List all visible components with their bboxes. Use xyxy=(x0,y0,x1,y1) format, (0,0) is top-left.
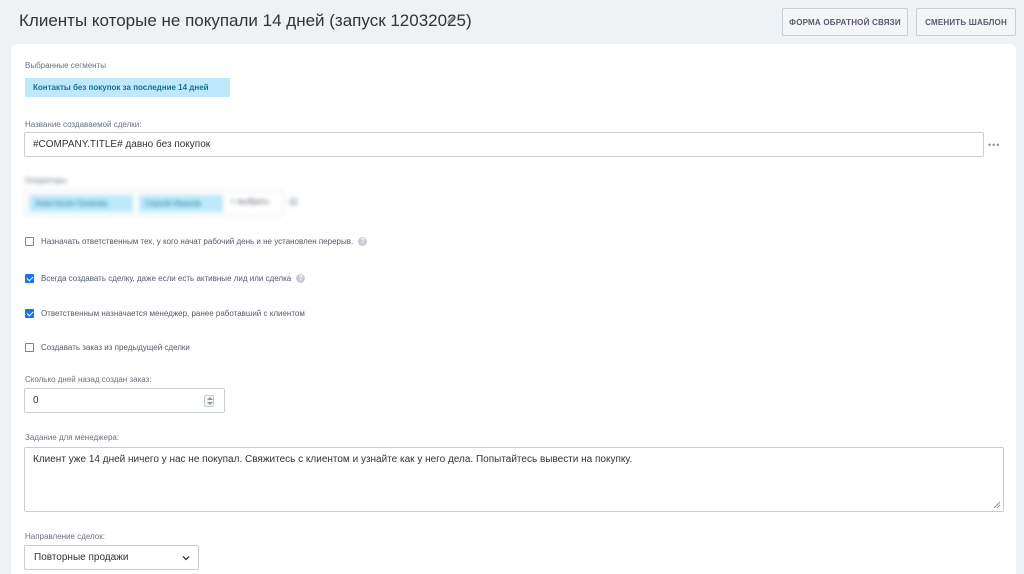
direction-select[interactable]: Повторные продажи xyxy=(24,545,199,570)
deal-name-input[interactable]: #COMPANY.TITLE# давно без покупок xyxy=(24,132,984,157)
checkbox[interactable] xyxy=(25,273,34,283)
ellipsis-icon[interactable]: ••• xyxy=(988,140,1000,150)
checkbox[interactable] xyxy=(25,308,34,318)
checkbox[interactable] xyxy=(25,236,34,246)
feedback-form-button[interactable]: ФОРМА ОБРАТНОЙ СВЯЗИ xyxy=(782,8,908,36)
option-row[interactable]: Создавать заказ из предыдущей сделки xyxy=(25,341,190,353)
option-label: Создавать заказ из предыдущей сделки xyxy=(41,342,190,352)
page-title: Клиенты которые не покупали 14 дней (зап… xyxy=(19,11,472,30)
chevron-down-icon xyxy=(182,556,190,561)
task-label: Задание для менеджера: xyxy=(25,433,120,442)
task-textarea[interactable]: Клиент уже 14 дней ничего у нас не покуп… xyxy=(24,447,1004,512)
add-employee-link[interactable]: + выбрать xyxy=(231,197,269,206)
change-template-button[interactable]: СМЕНИТЬ ШАБЛОН xyxy=(916,8,1016,36)
deal-name-label: Название создаваемой сделки: xyxy=(25,120,142,129)
option-label: Назначать ответственным тех, у кого нача… xyxy=(41,236,354,246)
help-icon[interactable]: ? xyxy=(358,236,368,246)
direction-value: Повторные продажи xyxy=(34,552,129,563)
days-value: 0 xyxy=(33,395,39,406)
employees-label: Операторы xyxy=(25,176,67,185)
help-icon[interactable]: ? xyxy=(296,273,306,283)
pencil-icon[interactable] xyxy=(446,15,456,25)
settings-card: Выбранные сегменты Контакты без покупок … xyxy=(11,44,1016,574)
employee-chip[interactable]: Сергей Иванов xyxy=(139,195,223,212)
segment-chip[interactable]: Контакты без покупок за последние 14 дне… xyxy=(25,78,230,97)
checkbox[interactable] xyxy=(25,342,34,352)
option-label: Ответственным назначается менеджер, ране… xyxy=(41,308,305,318)
stepper-icon[interactable] xyxy=(204,395,214,407)
segments-label: Выбранные сегменты xyxy=(25,61,106,70)
task-text: Клиент уже 14 дней ничего у нас не покуп… xyxy=(33,454,633,465)
resize-grip-icon[interactable] xyxy=(993,501,1001,509)
days-number-input[interactable]: 0 xyxy=(24,388,225,413)
option-row[interactable]: Назначать ответственным тех, у кого нача… xyxy=(25,235,368,247)
employee-chip[interactable]: Анастасия Громова xyxy=(29,195,133,212)
employees-selector[interactable]: Анастасия Громова Сергей Иванов + выбрат… xyxy=(24,190,284,216)
help-icon[interactable]: ? xyxy=(289,197,298,206)
direction-label: Направление сделок: xyxy=(25,532,105,541)
days-label: Сколько дней назад создан заказ: xyxy=(25,375,152,384)
page-header: Клиенты которые не покупали 14 дней (зап… xyxy=(0,0,1024,44)
option-row[interactable]: Ответственным назначается менеджер, ране… xyxy=(25,307,305,319)
option-label: Всегда создавать сделку, даже если есть … xyxy=(41,273,292,283)
option-row[interactable]: Всегда создавать сделку, даже если есть … xyxy=(25,272,306,284)
